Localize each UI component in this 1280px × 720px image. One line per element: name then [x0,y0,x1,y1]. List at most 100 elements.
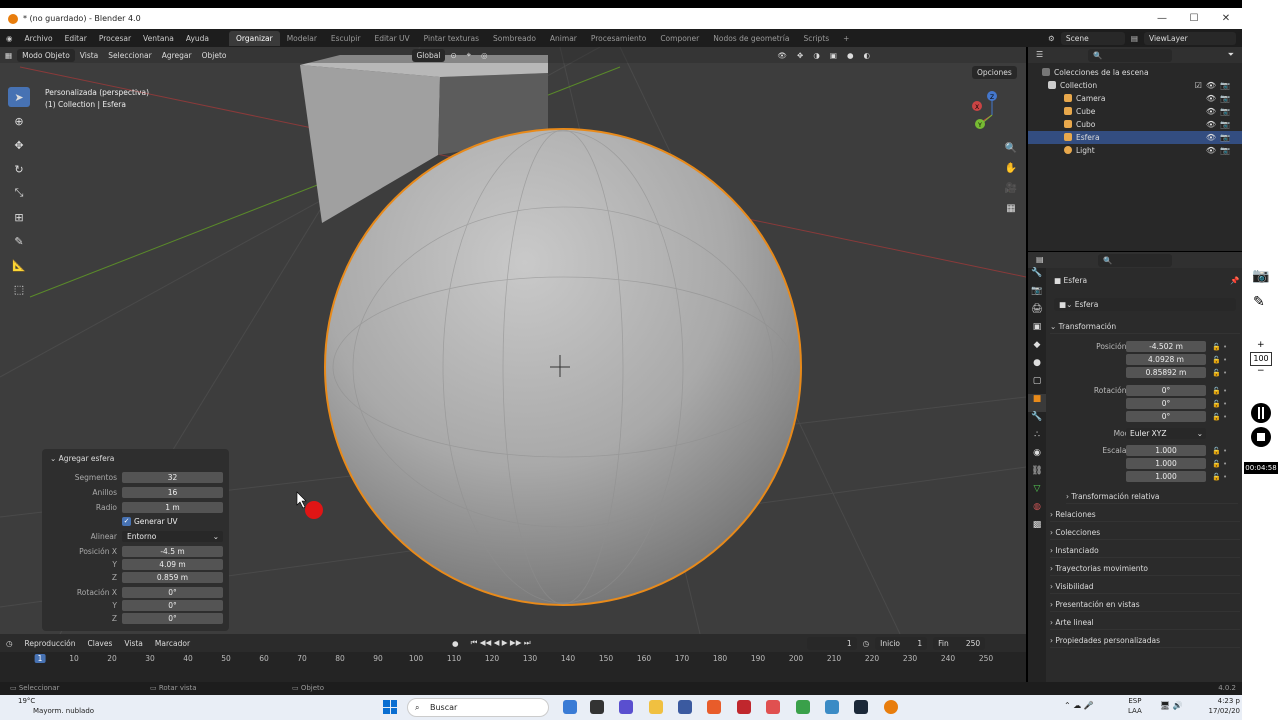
taskbar-app-icon[interactable] [649,700,663,714]
lock-icon[interactable]: 🔓 • [1212,354,1227,366]
clock[interactable]: 4:23 p 17/02/20 [1205,696,1240,716]
menu-seleccionar[interactable]: Seleccionar [103,51,156,60]
menu-archivo[interactable]: Archivo [19,34,59,43]
playback-controls-icon[interactable]: ⏮ ◀◀ ◀ ▶ ▶▶ ⏭ [465,638,537,648]
taskbar-app-icon[interactable] [766,700,780,714]
zoom-out-button[interactable]: − [1257,366,1265,376]
physics-tab-icon[interactable]: ◉ [1028,448,1046,466]
menu-vista[interactable]: Vista [75,51,104,60]
object-name-field[interactable]: ■⌄ Esfera [1054,298,1236,311]
outliner-item-light[interactable]: Light 👁📷 [1028,144,1242,157]
tab-editar-uv[interactable]: Editar UV [367,31,416,46]
taskbar-search-input[interactable]: ⌕ Buscar [407,698,549,717]
texture-tab-icon[interactable]: ▩ [1028,520,1046,538]
taskbar-app-icon[interactable] [678,700,692,714]
section-propiedades-personalizadas[interactable]: › Propiedades personalizadas [1050,634,1240,648]
editor-type-icon[interactable]: ▦ [0,51,17,60]
rotation-mode-dropdown[interactable]: Euler XYZ ⌄ [1126,428,1206,439]
outliner-item-camera[interactable]: Camera 👁📷 [1028,92,1242,105]
taskbar-app-icon[interactable] [563,700,577,714]
options-dropdown[interactable]: Opciones [972,66,1017,79]
lock-icon[interactable]: 🔓 • [1212,385,1227,397]
material-tab-icon[interactable]: ◍ [1028,502,1046,520]
network-sound-icons[interactable]: 🖥 🔊 [1160,701,1183,710]
filter-icon[interactable]: ⏷ [1228,50,1234,60]
menu-objeto[interactable]: Objeto [197,51,232,60]
location-x-field[interactable]: -4.502 m [1126,341,1206,352]
rotation-x-field[interactable]: 0° [122,587,223,598]
particles-tab-icon[interactable]: ∴ [1028,430,1046,448]
start-frame-field[interactable]: Inicio 1 [875,636,928,650]
menu-ventana[interactable]: Ventana [137,34,180,43]
lock-icon[interactable]: 🔓 • [1212,458,1227,470]
output-tab-icon[interactable]: 🖨 [1028,304,1046,322]
section-relaciones[interactable]: › Relaciones [1050,508,1240,522]
stop-button[interactable] [1251,427,1271,447]
tab-nodos-geometria[interactable]: Nodos de geometría [706,31,796,46]
zoom-icon[interactable]: 🔍 [1003,143,1019,163]
scene-tab-icon[interactable]: ◆ [1028,340,1046,358]
overlay-icon[interactable]: ◑ [808,51,825,60]
properties-search-input[interactable]: 🔍 [1098,254,1172,267]
visibility-toggles-icon[interactable]: 👁📷 [1206,92,1234,105]
rings-field[interactable]: 16 [122,487,223,498]
pivot-icon[interactable]: ⊙ [445,51,461,60]
pan-hand-icon[interactable]: ✋ [1003,163,1019,183]
pin-icon[interactable]: 📌 [1230,276,1239,285]
annotate-tool-icon[interactable]: ✎ [8,231,30,251]
ortho-grid-icon[interactable]: ▦ [1003,203,1019,223]
frame-tick[interactable]: 1 [34,654,46,663]
radius-field[interactable]: 1 m [122,502,223,513]
menu-claves[interactable]: Claves [82,639,119,648]
taskbar-app-icon[interactable] [619,700,633,714]
start-button[interactable] [383,700,397,714]
tab-sombreado[interactable]: Sombreado [486,31,543,46]
section-trayectorias[interactable]: › Trayectorias movimiento [1050,562,1240,576]
pen-icon[interactable]: ✎ [1253,294,1265,310]
position-z-field[interactable]: 0.859 m [122,572,223,583]
generate-uv-checkbox[interactable]: ✓ [122,517,131,526]
visibility-toggles-icon[interactable]: ☑👁📷 [1195,79,1234,92]
prop-rotation-z-field[interactable]: 0° [1126,411,1206,422]
section-presentacion[interactable]: › Presentación en vistas [1050,598,1240,612]
scale-x-field[interactable]: 1.000 [1126,445,1206,456]
view-layer-tab-icon[interactable]: ▣ [1028,322,1046,340]
tab-procesamiento[interactable]: Procesamiento [584,31,653,46]
lock-icon[interactable]: 🔓 • [1212,367,1227,379]
prop-rotation-y-field[interactable]: 0° [1126,398,1206,409]
taskbar-app-icon[interactable] [825,700,839,714]
transform-section-header[interactable]: ⌄ Transformación [1050,320,1240,334]
menu-procesar[interactable]: Procesar [93,34,137,43]
blender-taskbar-icon[interactable] [884,700,898,714]
add-cube-tool-icon[interactable]: ⬚ [8,279,30,299]
outliner-item-cubo[interactable]: Cubo 👁📷 [1028,118,1242,131]
tab-pintar-texturas[interactable]: Pintar texturas [417,31,486,46]
shading-material-icon[interactable]: ◐ [859,51,876,60]
section-visibilidad[interactable]: › Visibilidad [1050,580,1240,594]
record-keyframe-icon[interactable]: ● [446,639,465,648]
rotation-y-field[interactable]: 0° [122,600,223,611]
menu-vista-timeline[interactable]: Vista [118,639,149,648]
rotate-tool-icon[interactable]: ↻ [8,159,30,179]
tab-modelar[interactable]: Modelar [280,31,324,46]
properties-editor-icon[interactable]: ▤ [1036,255,1044,264]
outliner-item-esfera[interactable]: Esfera 👁📷 [1028,131,1242,144]
snap-icon[interactable]: ⌖ [462,50,476,60]
pause-button[interactable] [1251,403,1271,423]
lock-icon[interactable]: 🔓 • [1212,411,1227,423]
select-tool-icon[interactable]: ➤ [8,87,30,107]
outliner-search-input[interactable]: 🔍 [1088,49,1172,62]
tool-tab-icon[interactable]: 🔧 [1028,268,1046,286]
camera-view-icon[interactable]: 🎥 [1003,183,1019,203]
scale-z-field[interactable]: 1.000 [1126,471,1206,482]
tab-organizar[interactable]: Organizar [229,30,280,46]
menu-reproduccion[interactable]: Reproducción [19,639,82,648]
view-layer-field[interactable]: ViewLayer [1144,31,1236,45]
lock-icon[interactable]: 🔓 • [1212,471,1227,483]
location-z-field[interactable]: 0.85892 m [1126,367,1206,378]
scene-field[interactable]: Scene [1060,31,1125,45]
cursor-tool-icon[interactable]: ⊕ [8,111,30,131]
scale-tool-icon[interactable]: ⤡ [8,183,30,203]
add-workspace-button[interactable]: + [836,31,856,46]
section-arte-lineal[interactable]: › Arte lineal [1050,616,1240,630]
